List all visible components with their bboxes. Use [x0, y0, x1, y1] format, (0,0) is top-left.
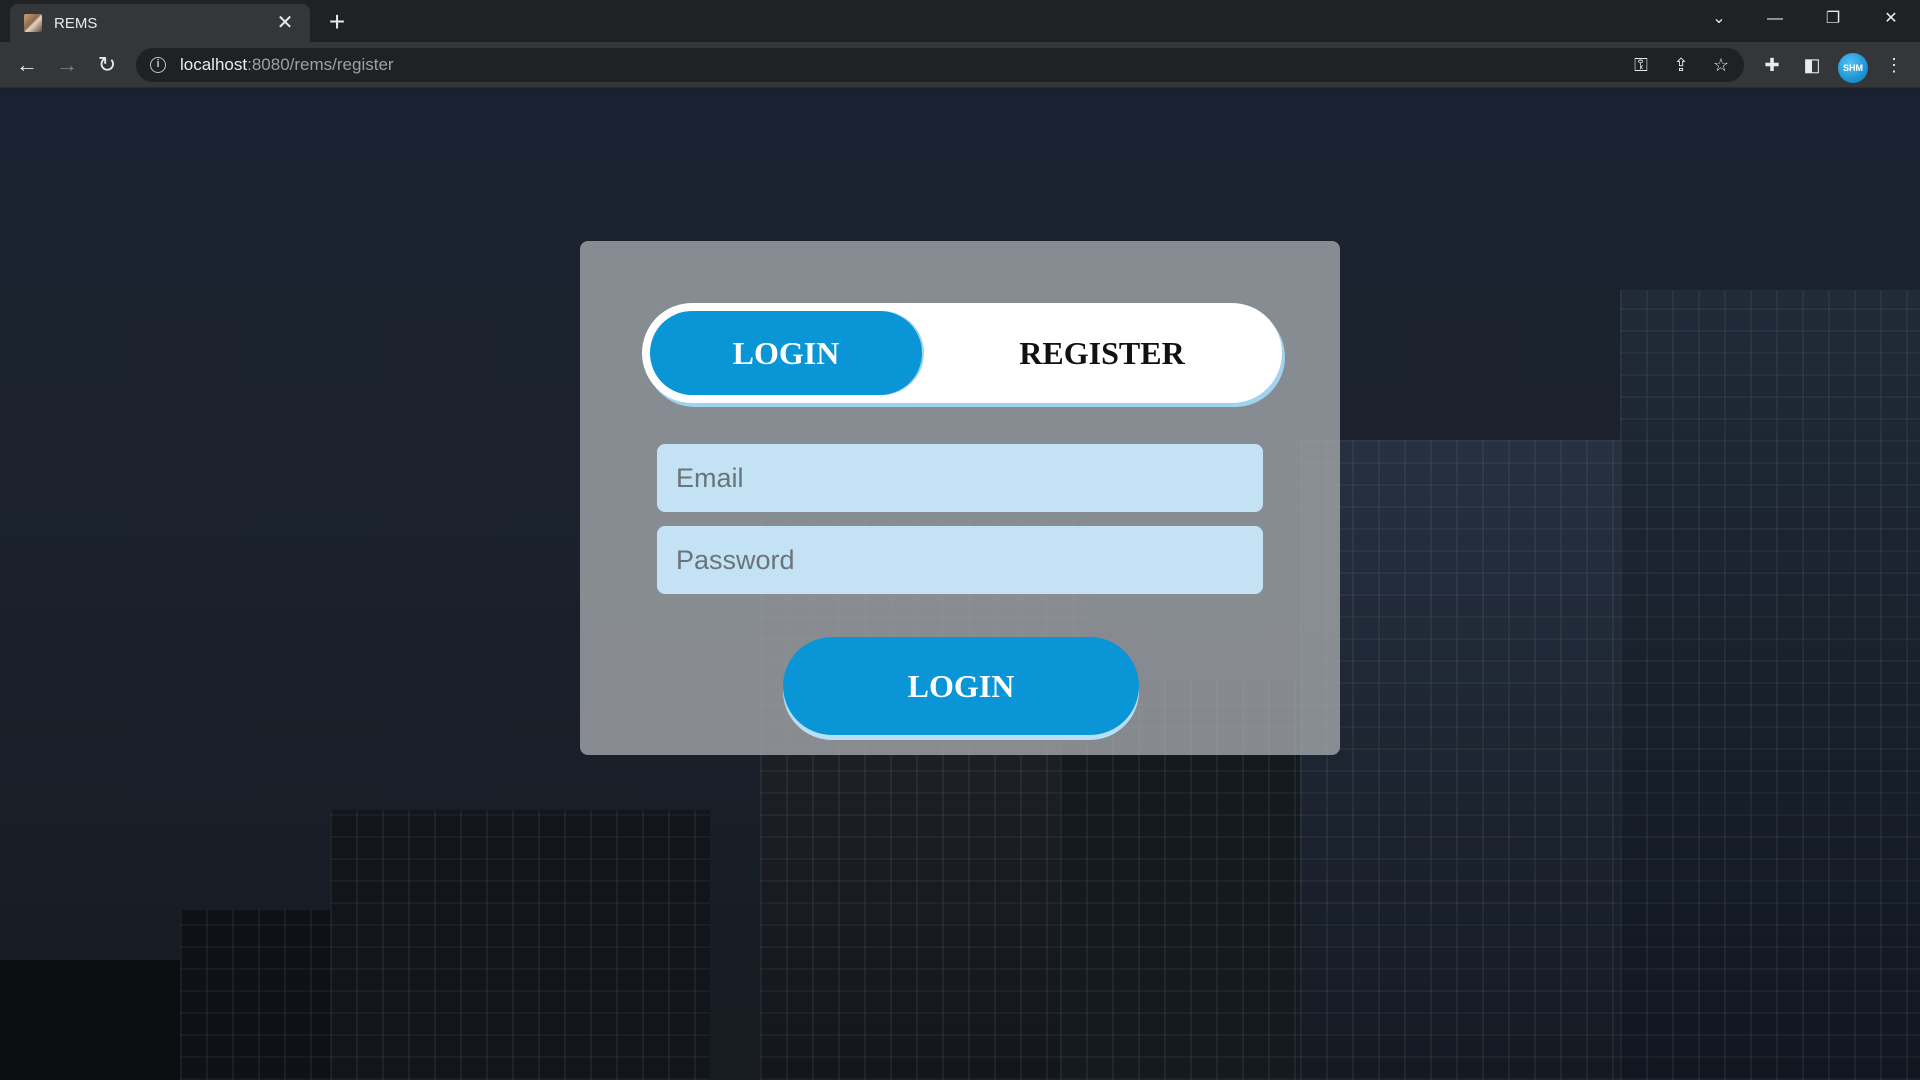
- background-building: [330, 810, 710, 1080]
- rems-favicon-icon: [24, 14, 42, 32]
- login-register-toggle: LOGIN REGISTER: [642, 303, 1282, 403]
- close-icon[interactable]: ✕: [274, 12, 296, 34]
- key-icon[interactable]: ⚿: [1630, 55, 1652, 75]
- plus-icon[interactable]: +: [322, 8, 352, 38]
- reload-icon[interactable]: ↻: [91, 49, 123, 81]
- tab-register[interactable]: REGISTER: [942, 303, 1262, 403]
- minimize-icon[interactable]: —: [1752, 4, 1798, 34]
- restore-icon[interactable]: ❐: [1810, 4, 1856, 34]
- puzzle-icon[interactable]: ✚: [1758, 51, 1786, 79]
- kebab-menu-icon[interactable]: ⋮: [1880, 51, 1908, 79]
- email-field[interactable]: [657, 444, 1263, 512]
- url-path: :8080/rems/register: [247, 55, 394, 74]
- page-viewport: LOGIN REGISTER LOGIN: [0, 89, 1920, 1080]
- tab-login[interactable]: LOGIN: [650, 303, 922, 403]
- browser-tab-active[interactable]: REMS ✕: [10, 4, 310, 42]
- address-bar[interactable]: i localhost:8080/rems/register ⚿ ⇪ ☆: [136, 48, 1744, 82]
- info-icon[interactable]: i: [150, 57, 166, 73]
- arrow-right-icon[interactable]: →: [51, 49, 83, 81]
- tab-title: REMS: [54, 14, 98, 32]
- password-field[interactable]: [657, 526, 1263, 594]
- profile-avatar[interactable]: SHM: [1838, 53, 1868, 83]
- login-submit-button[interactable]: LOGIN: [783, 637, 1139, 735]
- background-building: [0, 960, 190, 1080]
- url-host: localhost: [180, 55, 248, 74]
- auth-card: LOGIN REGISTER LOGIN: [580, 241, 1340, 755]
- chevron-down-icon[interactable]: ⌄: [1696, 4, 1742, 34]
- window-close-icon[interactable]: ✕: [1868, 4, 1914, 34]
- background-building: [1620, 290, 1920, 1080]
- star-icon[interactable]: ☆: [1710, 55, 1732, 75]
- browser-toolbar: ← → ↻ i localhost:8080/rems/register ⚿ ⇪…: [0, 42, 1920, 88]
- browser-tabstrip: REMS ✕ + ⌄ — ❐ ✕: [0, 0, 1920, 42]
- share-icon[interactable]: ⇪: [1670, 55, 1692, 75]
- side-panel-icon[interactable]: ◧: [1798, 51, 1826, 79]
- arrow-left-icon[interactable]: ←: [11, 49, 43, 81]
